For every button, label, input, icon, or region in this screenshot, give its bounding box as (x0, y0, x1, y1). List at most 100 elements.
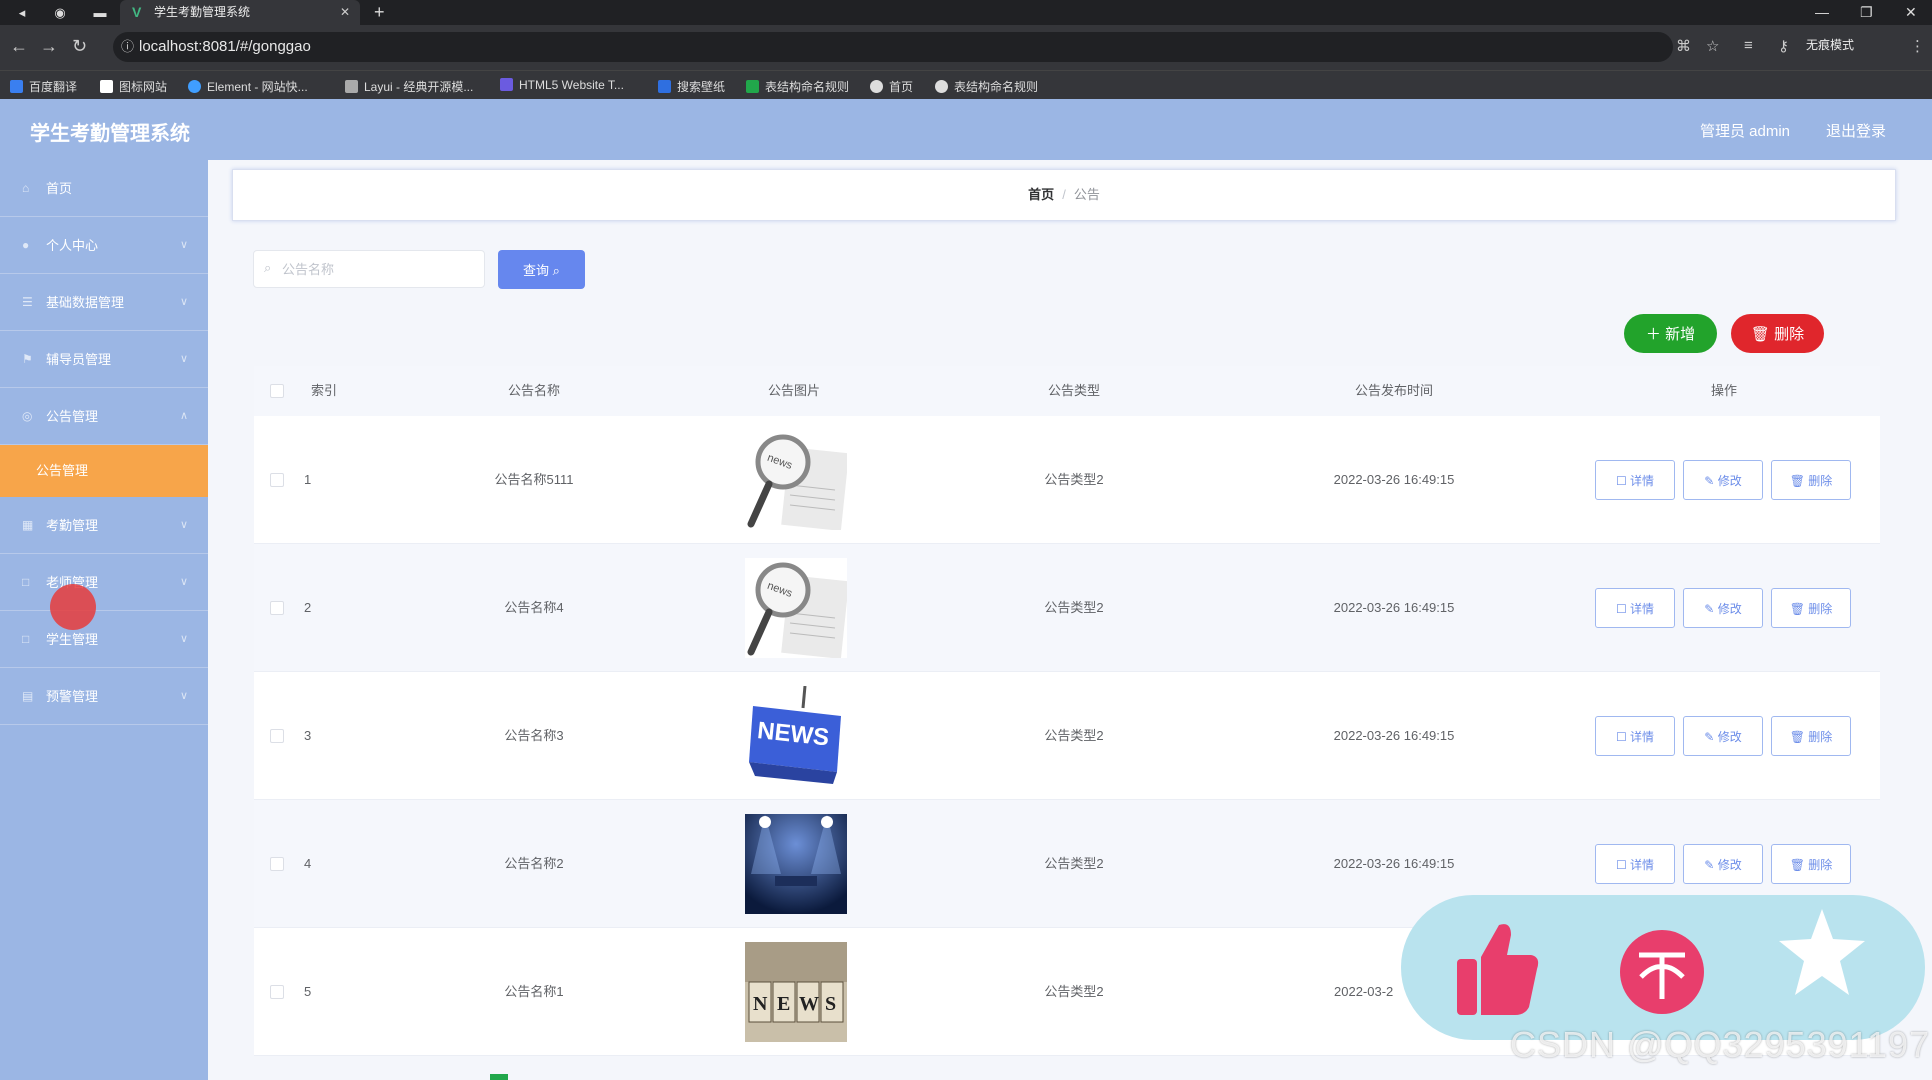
row-index: 1 (304, 472, 312, 487)
thumbs-up-icon[interactable] (1451, 917, 1541, 1022)
reload-button[interactable]: ↻ (72, 35, 87, 57)
row-checkbox[interactable] (270, 985, 284, 999)
edit-button[interactable]: ✎ 修改 (1683, 460, 1763, 500)
search-input[interactable] (253, 250, 485, 288)
sidebar-item-counselor[interactable]: ⚑ 辅导员管理 ∨ (0, 331, 208, 388)
notice-icon: ◎ (22, 409, 33, 423)
chevron-down-icon: ∨ (179, 690, 188, 702)
vue-logo-icon: V (132, 4, 142, 20)
bookmark-item[interactable]: HTML5 Website T... (500, 78, 624, 92)
breadcrumb-home[interactable]: 首页 (1028, 187, 1054, 202)
floating-action-panel (1401, 895, 1925, 1040)
edit-button[interactable]: ✎ 修改 (1683, 588, 1763, 628)
star-icon[interactable] (1777, 903, 1867, 1003)
student-icon: □ (22, 632, 30, 646)
watermark: CSDN @QQ3295391197 (1510, 1024, 1931, 1065)
minimize-button[interactable]: — (1815, 2, 1829, 22)
notice-image: news (745, 430, 847, 530)
sidebar-item-basic-data[interactable]: ☰ 基础数据管理 ∨ (0, 274, 208, 331)
remove-button[interactable]: 🗑 删除 (1771, 844, 1851, 884)
browser-menu-icon[interactable]: ⋮ (1910, 37, 1925, 55)
bookmark-item[interactable]: 首页 (870, 78, 913, 95)
add-button[interactable]: ＋ 新增 (1624, 314, 1717, 353)
window-icon[interactable]: ▬ (90, 3, 110, 23)
sidebar-item-notice[interactable]: ◎ 公告管理 ∧ (0, 388, 208, 445)
edit-button[interactable]: ✎ 修改 (1683, 716, 1763, 756)
url-text: localhost:8081/#/gonggao (139, 38, 311, 55)
query-button[interactable]: 查询 ⌕ (498, 250, 585, 289)
restore-button[interactable]: ❐ (1860, 2, 1873, 22)
reading-list-icon[interactable]: ≡ (1744, 37, 1753, 54)
delete-button[interactable]: 🗑 删除 (1731, 314, 1824, 353)
notice-image (745, 814, 847, 914)
bookmark-item[interactable]: Element - 网站快... (188, 78, 308, 95)
table-row: 1 公告名称5111 news 公告类型2 2022-03-26 16:49:1… (254, 416, 1880, 544)
forward-button[interactable]: → (40, 35, 58, 57)
coin-icon[interactable] (1617, 917, 1707, 1027)
url-field[interactable]: ⓘ localhost:8081/#/gonggao (113, 32, 1673, 62)
row-name: 公告名称3 (504, 728, 564, 743)
sidebar-item-warning[interactable]: ▤ 预警管理 ∨ (0, 668, 208, 725)
row-name: 公告名称1 (504, 984, 564, 999)
row-type: 公告类型2 (1044, 984, 1104, 999)
remove-button[interactable]: 🗑 删除 (1771, 716, 1851, 756)
svg-text:W: W (799, 993, 819, 1015)
svg-text:N: N (753, 993, 768, 1015)
incognito-label[interactable]: 无痕模式 (1806, 36, 1854, 53)
row-checkbox[interactable] (270, 857, 284, 871)
row-checkbox[interactable] (270, 729, 284, 743)
breadcrumb: 首页 / 公告 (232, 169, 1896, 221)
bookmark-item[interactable]: 表结构命名规则 (935, 78, 1038, 95)
bookmark-item[interactable]: 图标网站 (100, 78, 167, 95)
new-tab-button[interactable]: + (374, 1, 385, 23)
bookmark-star-icon[interactable]: ☆ (1706, 37, 1719, 55)
globe-icon[interactable]: ◉ (50, 3, 70, 23)
col-ops: 操作 (1710, 383, 1737, 398)
row-checkbox[interactable] (270, 601, 284, 615)
col-index: 索引 (310, 383, 337, 398)
select-all-checkbox[interactable] (270, 384, 284, 398)
audio-icon[interactable]: ◂ (12, 3, 32, 23)
detail-button[interactable]: ☐ 详情 (1595, 844, 1675, 884)
row-checkbox[interactable] (270, 473, 284, 487)
sidebar-subitem-notice-active[interactable]: 公告管理 (0, 445, 208, 497)
plus-icon: ＋ (1645, 326, 1661, 343)
tab-bar: ◂ ◉ ▬ V 学生考勤管理系统 ✕ + — ❐ ✕ (0, 0, 1932, 25)
notice-image: news (745, 558, 847, 658)
user-icon: ● (22, 238, 30, 252)
bookmark-item[interactable]: 百度翻译 (10, 78, 77, 95)
close-window-button[interactable]: ✕ (1905, 2, 1917, 22)
detail-button[interactable]: ☐ 详情 (1595, 716, 1675, 756)
bookmark-item[interactable]: Layui - 经典开源模... (345, 78, 473, 95)
address-bar-row: ← → ↻ ⓘ localhost:8081/#/gonggao ⌘ ☆ ≡ ⚷… (0, 25, 1932, 70)
bookmark-item[interactable]: 表结构命名规则 (746, 78, 849, 95)
pagination-active-page[interactable] (490, 1074, 508, 1080)
logout-link[interactable]: 退出登录 (1826, 120, 1886, 141)
edit-button[interactable]: ✎ 修改 (1683, 844, 1763, 884)
row-type: 公告类型2 (1044, 472, 1104, 487)
sidebar-item-student[interactable]: □ 学生管理 ∨ (0, 611, 208, 668)
site-info-icon[interactable]: ⓘ (121, 32, 134, 62)
detail-button[interactable]: ☐ 详情 (1595, 588, 1675, 628)
current-user: 管理员 admin (1700, 123, 1791, 140)
svg-text:S: S (825, 993, 836, 1015)
warning-icon: ▤ (22, 689, 34, 703)
remove-button[interactable]: 🗑 删除 (1771, 460, 1851, 500)
chevron-up-icon: ∧ (179, 410, 188, 422)
key-icon[interactable]: ⚷ (1778, 37, 1789, 55)
table-header: 索引 公告名称 公告图片 公告类型 公告发布时间 操作 (254, 366, 1880, 416)
remove-button[interactable]: 🗑 删除 (1771, 588, 1851, 628)
search-icon: ⌕ (552, 263, 560, 278)
sidebar-item-home[interactable]: ⌂ 首页 (0, 160, 208, 217)
bookmark-item[interactable]: 搜索壁纸 (658, 78, 725, 95)
back-button[interactable]: ← (10, 35, 28, 57)
detail-button[interactable]: ☐ 详情 (1595, 460, 1675, 500)
row-type: 公告类型2 (1044, 728, 1104, 743)
sidebar-item-attendance[interactable]: ▦ 考勤管理 ∨ (0, 497, 208, 554)
trash-icon: 🗑 (1750, 326, 1770, 343)
sidebar-item-teacher[interactable]: □ 老师管理 ∨ (0, 554, 208, 611)
sidebar-item-profile[interactable]: ● 个人中心 ∨ (0, 217, 208, 274)
tab-close-icon[interactable]: ✕ (340, 0, 350, 25)
browser-tab[interactable]: V 学生考勤管理系统 ✕ (120, 0, 360, 25)
translate-icon[interactable]: ⌘ (1676, 37, 1691, 55)
